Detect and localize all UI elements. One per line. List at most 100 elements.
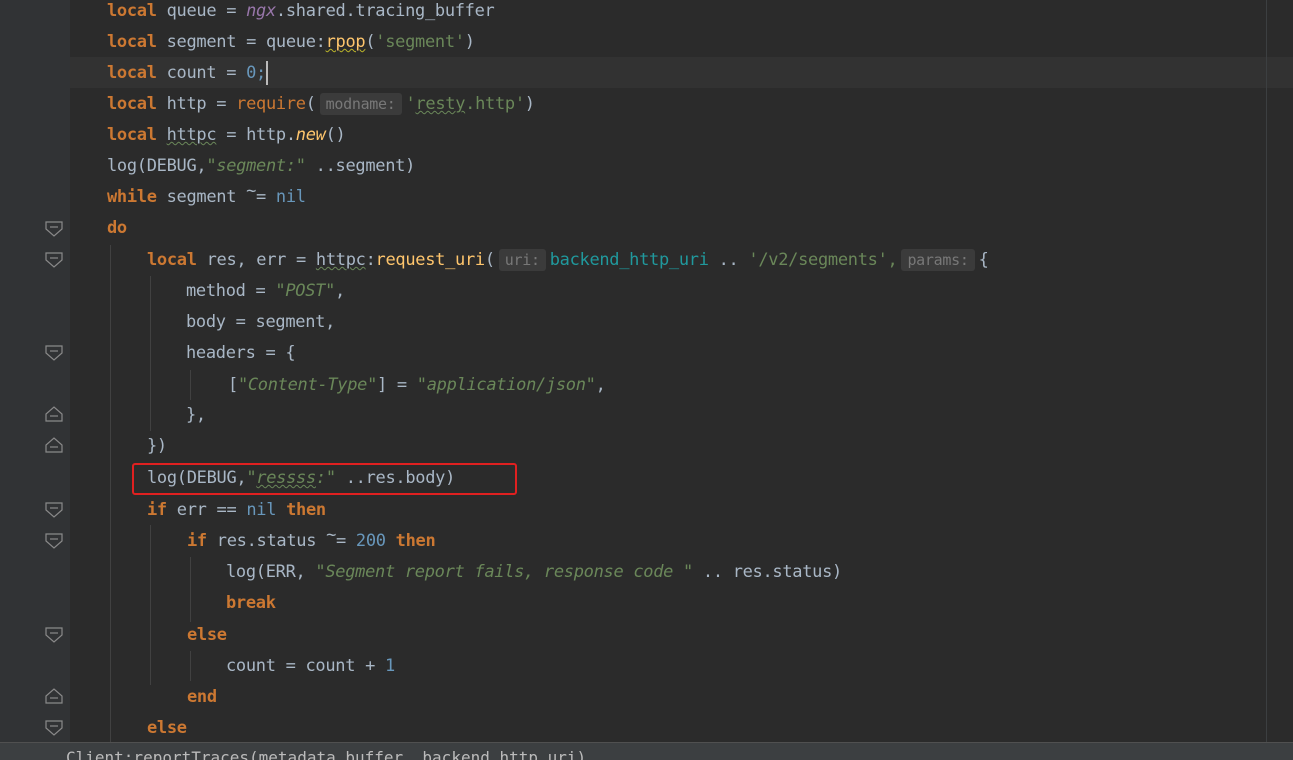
code-text: }, bbox=[186, 405, 206, 425]
code-line[interactable]: local queue = ngx.shared.tracing_buffer bbox=[107, 0, 495, 27]
code-line[interactable]: local segment = queue:rpop('segment') bbox=[107, 27, 475, 58]
editor-gutter bbox=[0, 0, 70, 759]
code-text: ) bbox=[464, 32, 475, 52]
code-text: headers = { bbox=[186, 343, 296, 363]
indent-guide bbox=[110, 245, 111, 742]
code-line[interactable]: local res, err = httpc:request_uri(uri: b… bbox=[147, 245, 989, 276]
fold-open-icon[interactable] bbox=[45, 221, 63, 237]
code-line[interactable]: log(DEBUG,"segment:" ..segment) bbox=[107, 151, 415, 182]
code-text: { bbox=[978, 250, 989, 270]
string-literal: '/v2/segments', bbox=[748, 250, 898, 270]
code-text: = http. bbox=[216, 125, 296, 145]
parameter-hint: modname: bbox=[319, 93, 402, 115]
code-text: [ bbox=[228, 375, 238, 395]
indent-guide bbox=[190, 557, 191, 622]
method-call: rpop bbox=[325, 32, 366, 52]
code-text: }) bbox=[147, 436, 167, 456]
keyword: do bbox=[107, 218, 127, 238]
keyword: while bbox=[107, 187, 157, 207]
operator-tilde: ~ bbox=[246, 181, 257, 201]
number-literal: 200 bbox=[355, 531, 386, 551]
code-text: ( bbox=[484, 250, 495, 270]
code-text: ) bbox=[524, 94, 535, 114]
code-line[interactable]: count = count + 1 bbox=[226, 651, 395, 682]
code-text: .. res.status) bbox=[692, 562, 842, 582]
fold-close-icon[interactable] bbox=[45, 406, 63, 422]
code-text: segment = queue: bbox=[156, 32, 326, 52]
fold-close-icon[interactable] bbox=[45, 437, 63, 453]
code-text: ] = bbox=[377, 375, 417, 395]
code-line[interactable]: while segment ~= nil bbox=[107, 181, 306, 213]
code-text: .. bbox=[708, 250, 749, 270]
fold-open-icon[interactable] bbox=[45, 627, 63, 643]
identifier: httpc bbox=[166, 125, 217, 145]
code-text: res, err = bbox=[196, 250, 316, 270]
code-line[interactable]: do bbox=[107, 213, 127, 244]
breadcrumb-bar[interactable]: Client:reportTraces(metadata_buffer, bac… bbox=[0, 742, 1293, 760]
breadcrumb[interactable]: Client:reportTraces(metadata_buffer, bac… bbox=[66, 743, 586, 760]
fold-open-icon[interactable] bbox=[45, 252, 63, 268]
code-text: : bbox=[365, 250, 376, 270]
indent-guide bbox=[150, 525, 151, 685]
indent-guide bbox=[150, 276, 151, 431]
code-text: = bbox=[336, 531, 356, 551]
code-text: queue = bbox=[156, 1, 247, 21]
code-line[interactable]: method = "POST", bbox=[186, 276, 345, 307]
code-line-current[interactable]: local count = 0; bbox=[107, 58, 268, 89]
code-line[interactable]: else bbox=[147, 713, 187, 744]
code-text: err == bbox=[166, 500, 247, 520]
string-literal: "application/json" bbox=[416, 375, 596, 395]
global-identifier: ngx bbox=[246, 1, 276, 21]
string-literal: 'segment' bbox=[375, 32, 465, 52]
code-text: log(ERR, bbox=[226, 562, 316, 582]
method-call: request_uri bbox=[375, 250, 486, 270]
indent-guide bbox=[190, 651, 191, 681]
keyword: end bbox=[187, 687, 217, 707]
right-margin-guide bbox=[1266, 0, 1267, 759]
keyword: break bbox=[226, 593, 276, 613]
text-cursor bbox=[265, 61, 268, 85]
code-line[interactable]: end bbox=[187, 682, 217, 713]
keyword: local bbox=[107, 1, 157, 21]
keyword: else bbox=[187, 625, 227, 645]
code-line[interactable]: if err == nil then bbox=[147, 495, 326, 526]
keyword: local bbox=[107, 94, 157, 114]
code-text: , bbox=[595, 375, 606, 395]
keyword: if bbox=[147, 500, 167, 520]
string-literal: "Content-Type" bbox=[237, 375, 378, 395]
string-literal: "POST" bbox=[275, 281, 336, 301]
code-text: method = bbox=[186, 281, 276, 301]
code-text: ..segment) bbox=[305, 156, 416, 176]
code-line[interactable]: local httpc = http.new() bbox=[107, 120, 346, 151]
code-line[interactable]: }) bbox=[147, 431, 167, 462]
code-line[interactable]: log(ERR, "Segment report fails, response… bbox=[226, 557, 842, 588]
keyword: then bbox=[286, 500, 326, 520]
indent-guide bbox=[190, 370, 191, 400]
code-editor[interactable]: local queue = ngx.shared.tracing_buffer … bbox=[0, 0, 1293, 760]
code-line[interactable]: local http = require(modname:'resty.http… bbox=[107, 89, 535, 120]
code-line[interactable]: break bbox=[226, 588, 276, 619]
fold-open-icon[interactable] bbox=[45, 345, 63, 361]
code-text: segment bbox=[156, 187, 247, 207]
code-line[interactable]: }, bbox=[186, 400, 206, 431]
fold-close-icon[interactable] bbox=[45, 688, 63, 704]
code-line[interactable]: if res.status ~= 200 then bbox=[187, 525, 436, 557]
code-line[interactable]: else bbox=[187, 620, 227, 651]
code-text: res.status bbox=[206, 531, 327, 551]
code-text: = bbox=[256, 187, 276, 207]
code-text: ( bbox=[305, 94, 316, 114]
code-line[interactable]: headers = { bbox=[186, 338, 296, 369]
string-literal: resty bbox=[415, 94, 466, 114]
code-text: ( bbox=[365, 32, 376, 52]
string-literal: .http' bbox=[465, 94, 525, 114]
fold-open-icon[interactable] bbox=[45, 533, 63, 549]
code-text: http = bbox=[156, 94, 237, 114]
number-literal: 1 bbox=[384, 656, 395, 676]
string-literal: "segment:" bbox=[206, 156, 306, 176]
code-line[interactable]: ["Content-Type"] = "application/json", bbox=[228, 370, 606, 401]
code-line[interactable]: body = segment, bbox=[186, 307, 335, 338]
keyword: local bbox=[107, 63, 157, 83]
fold-open-icon[interactable] bbox=[45, 502, 63, 518]
fold-open-icon[interactable] bbox=[45, 720, 63, 736]
keyword: if bbox=[187, 531, 207, 551]
